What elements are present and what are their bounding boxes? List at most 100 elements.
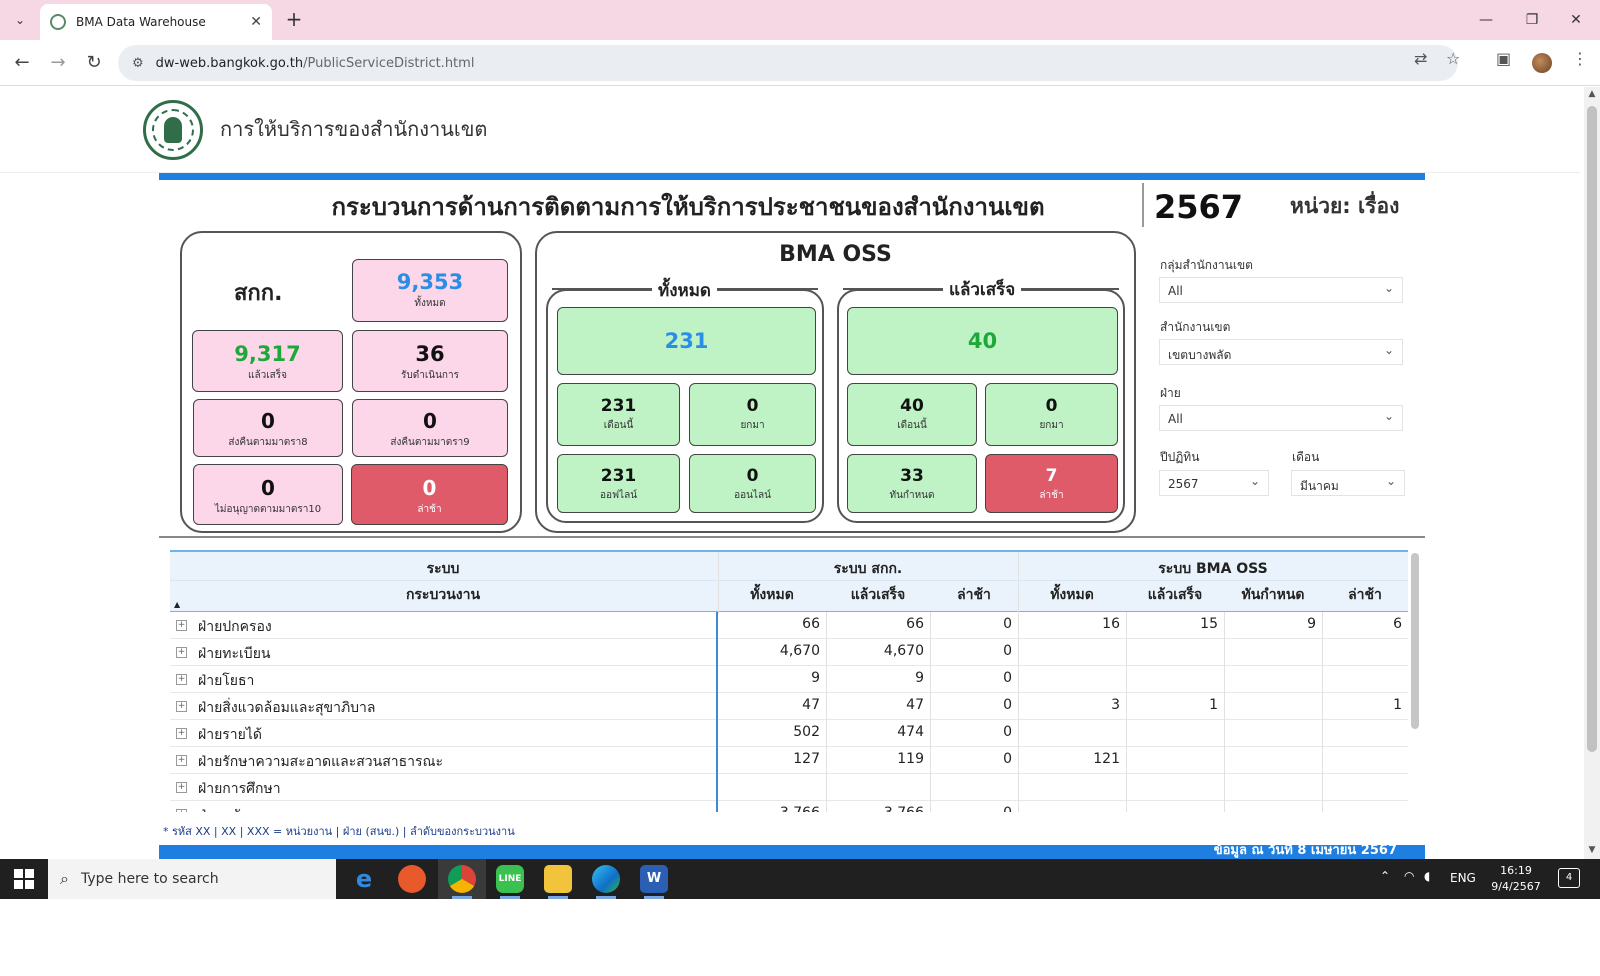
browser-tab[interactable]: BMA Data Warehouse ✕ (40, 4, 272, 40)
table-row[interactable]: + ฝ่ายโยธา 9 9 0 (170, 666, 1408, 693)
divider (930, 612, 931, 812)
restore-icon[interactable]: ❐ (1512, 6, 1552, 34)
header-oss-done[interactable]: แล้วเสร็จ (1126, 584, 1224, 606)
skk-return9-value: 0 (423, 409, 437, 433)
table-row[interactable]: + ฝ่ายทะเบียน 4,670 4,670 0 (170, 639, 1408, 666)
oss-done-ontime-card[interactable]: 33 ทันกำหนด (847, 454, 977, 513)
skk-denied10-card[interactable]: 0 ไม่อนุญาตตามมาตรา10 (193, 464, 343, 525)
tab-search-icon[interactable]: ⌄ (8, 8, 32, 32)
edge-icon[interactable] (592, 865, 620, 893)
skk-late-card[interactable]: 0 ล่าช้า (351, 464, 508, 525)
divider (159, 536, 1425, 538)
wifi-icon[interactable]: ◠ (1404, 869, 1414, 883)
speaker-icon[interactable]: ◖ (1424, 869, 1430, 883)
table-row[interactable]: + ฝ่ายสิ่งแวดล้อมและสุขาภิบาล 47 47 0 3 1 1 (170, 693, 1408, 720)
back-icon[interactable]: ← (8, 49, 36, 77)
skk-return8-card[interactable]: 0 ส่งคืนตามมาตรา8 (193, 399, 343, 457)
table-row[interactable]: + ฝ่ายการศึกษา (170, 774, 1408, 801)
divider (170, 580, 1408, 581)
oss-all-carried-card[interactable]: 0 ยกมา (689, 383, 816, 446)
taskbar-search[interactable]: ⌕ Type here to search (48, 859, 336, 899)
header-oss-total[interactable]: ทั้งหมด (1018, 584, 1126, 606)
header-skk-late[interactable]: ล่าช้า (930, 584, 1018, 606)
chevron-down-icon: ⌄ (1383, 343, 1394, 357)
close-tab-icon[interactable]: ✕ (250, 14, 262, 30)
skk-total-value: 9,353 (396, 270, 464, 294)
year-select[interactable]: 2567 ⌄ (1159, 470, 1269, 496)
table-row[interactable]: + ฝ่ายรายได้ 502 474 0 (170, 720, 1408, 747)
skk-total-card[interactable]: 9,353 ทั้งหมด (352, 259, 508, 322)
month-select[interactable]: มีนาคม ⌄ (1291, 470, 1405, 496)
oss-all-thismonth-card[interactable]: 231 เดือนนี้ (557, 383, 680, 446)
language-indicator[interactable]: ENG (1450, 871, 1476, 885)
oss-done-late-value: 7 (1045, 466, 1058, 486)
district-group-label: กลุ่มสำนักงานเขต (1160, 258, 1253, 272)
taskbar-clock[interactable]: 16:19 9/4/2567 (1488, 863, 1544, 895)
sort-ascending-icon[interactable]: ▲ (174, 600, 180, 609)
page-scroll-thumb[interactable] (1587, 106, 1597, 752)
oss-all-thismonth-value: 231 (600, 396, 637, 416)
profile-avatar[interactable] (1532, 53, 1552, 73)
expand-icon[interactable]: + (176, 782, 187, 793)
oss-all-offline-card[interactable]: 231 ออฟไลน์ (557, 454, 680, 513)
scroll-down-icon[interactable]: ▼ (1584, 845, 1600, 859)
skk-inprogress-label: รับดำเนินการ (401, 370, 459, 381)
divider (1142, 183, 1144, 227)
side-panel-icon[interactable]: ▣ (1496, 49, 1511, 68)
firefox-icon[interactable] (398, 865, 426, 893)
header-system: ระบบ (426, 561, 460, 577)
ie-icon[interactable]: e (350, 865, 378, 893)
notification-center-icon[interactable]: 4 (1558, 868, 1580, 888)
table-row[interactable]: + ฝ่ายปกครอง 66 66 0 16 15 9 6 (170, 612, 1408, 639)
division-label: ฝ่าย (1160, 386, 1181, 400)
table-cell: 0 (170, 805, 1012, 812)
oss-all-online-card[interactable]: 0 ออนไลน์ (689, 454, 816, 513)
table-cell: 121 (1093, 751, 1120, 767)
table-row[interactable]: +ฝ่ายคลัง3,7663,7660 (170, 801, 1408, 812)
month-filter-value: มีนาคม (1300, 479, 1339, 493)
chrome-icon[interactable] (448, 865, 476, 893)
process-table: ระบบ ระบบ สกก. ระบบ BMA OSS กระบวนงาน ทั… (170, 550, 1408, 812)
new-tab-icon[interactable]: + (282, 8, 306, 32)
header-process[interactable]: กระบวนงาน (170, 584, 716, 606)
header-skk-total[interactable]: ทั้งหมด (718, 584, 826, 606)
oss-done-carried-card[interactable]: 0 ยกมา (985, 383, 1118, 446)
header-oss-ontime[interactable]: ทันกำหนด (1224, 584, 1322, 606)
header-skk-done[interactable]: แล้วเสร็จ (826, 584, 930, 606)
skk-return9-card[interactable]: 0 ส่งคืนตามมาตรา9 (352, 399, 508, 457)
divider (826, 612, 827, 812)
district-group-select[interactable]: All ⌄ (1159, 277, 1403, 303)
url-path: /PublicServiceDistrict.html (303, 55, 475, 71)
forward-icon[interactable]: → (44, 49, 72, 77)
table-scrollbar[interactable] (1411, 553, 1419, 729)
oss-done-big-card[interactable]: 40 (847, 307, 1118, 375)
translate-icon[interactable]: ⇄ (1414, 49, 1427, 68)
division-select[interactable]: All ⌄ (1159, 405, 1403, 431)
site-info-icon[interactable]: ⚙ (132, 56, 144, 71)
reload-icon[interactable]: ↻ (80, 49, 108, 77)
line-icon[interactable]: LINE (496, 865, 524, 893)
close-window-icon[interactable]: ✕ (1556, 6, 1596, 34)
district-select[interactable]: เขตบางพลัด ⌄ (1159, 339, 1403, 365)
word-icon[interactable]: W (640, 865, 668, 893)
oss-all-online-value: 0 (746, 466, 759, 486)
year-display: 2567 (1154, 188, 1244, 226)
oss-done-thismonth-card[interactable]: 40 เดือนนี้ (847, 383, 977, 446)
minimize-icon[interactable]: — (1466, 6, 1506, 34)
file-explorer-icon[interactable] (544, 865, 572, 893)
menu-kebab-icon[interactable]: ⋮ (1572, 49, 1588, 68)
header-oss-late[interactable]: ล่าช้า (1322, 584, 1408, 606)
chevron-up-icon[interactable]: ⌃ (1380, 869, 1390, 883)
skk-total-label: ทั้งหมด (414, 298, 446, 309)
skk-done-card[interactable]: 9,317 แล้วเสร็จ (192, 330, 343, 392)
scroll-up-icon[interactable]: ▲ (1584, 89, 1600, 103)
chevron-down-icon: ⌄ (1249, 474, 1260, 488)
oss-all-big-card[interactable]: 231 (557, 307, 816, 375)
address-bar[interactable]: ⚙ dw-web.bangkok.go.th/PublicServiceDist… (118, 45, 1458, 81)
windows-start-icon[interactable] (14, 869, 34, 889)
table-row[interactable]: + ฝ่ายรักษาความสะอาดและสวนสาธารณะ 127 119 0 1… (170, 747, 1408, 774)
oss-done-late-card[interactable]: 7 ล่าช้า (985, 454, 1118, 513)
bookmark-star-icon[interactable]: ☆ (1446, 49, 1460, 68)
skk-late-label: ล่าช้า (417, 504, 442, 515)
skk-inprogress-card[interactable]: 36 รับดำเนินการ (352, 330, 508, 392)
